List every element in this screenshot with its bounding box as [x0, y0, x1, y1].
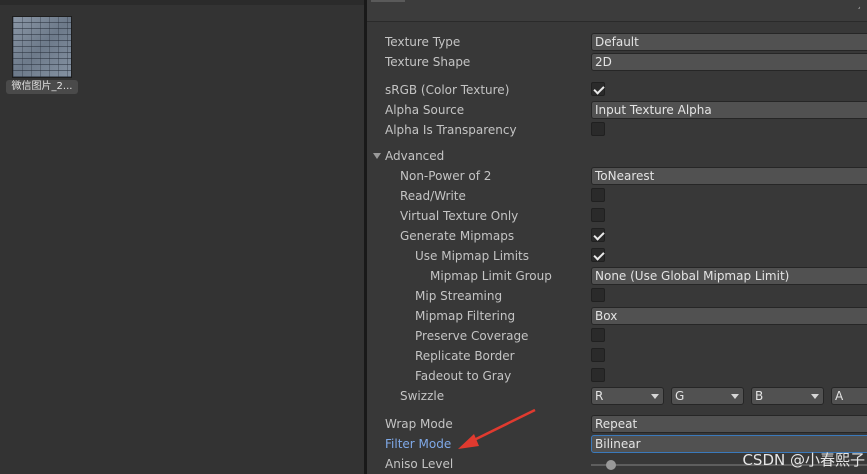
- preserve-coverage-checkbox[interactable]: [591, 328, 605, 342]
- foldout-arrow-icon[interactable]: [373, 153, 381, 159]
- virtual-texture-only-checkbox[interactable]: [591, 208, 605, 222]
- advanced-foldout[interactable]: Advanced: [367, 146, 867, 166]
- non-power-of-2-label: Non-Power of 2: [400, 169, 492, 183]
- row-mipmap-limit-group: Mipmap Limit Group None (Use Global Mipm…: [367, 266, 867, 286]
- row-replicate-border: Replicate Border: [367, 346, 867, 366]
- row-generate-mipmaps: Generate Mipmaps: [367, 226, 867, 246]
- virtual-texture-only-label: Virtual Texture Only: [400, 209, 519, 223]
- row-alpha-source: Alpha Source Input Texture Alpha: [367, 100, 867, 120]
- swizzle-r-dropdown[interactable]: R: [591, 387, 664, 405]
- swizzle-b-dropdown[interactable]: B: [751, 387, 824, 405]
- preserve-coverage-label: Preserve Coverage: [415, 329, 529, 343]
- row-texture-type: Texture Type Default: [367, 32, 867, 52]
- mipmap-limit-group-dropdown[interactable]: None (Use Global Mipmap Limit): [591, 267, 867, 285]
- texture-shape-label: Texture Shape: [385, 55, 471, 69]
- non-power-of-2-dropdown[interactable]: ToNearest: [591, 167, 867, 185]
- texture-thumbnail[interactable]: [12, 16, 72, 78]
- asset-name-label[interactable]: 微信图片_2...: [6, 80, 78, 94]
- replicate-border-label: Replicate Border: [415, 349, 515, 363]
- replicate-border-checkbox[interactable]: [591, 348, 605, 362]
- wrap-mode-dropdown[interactable]: Repeat: [591, 415, 867, 433]
- filter-mode-label: Filter Mode: [385, 437, 452, 451]
- use-mipmap-limits-label: Use Mipmap Limits: [415, 249, 530, 263]
- alpha-is-transparency-label: Alpha Is Transparency: [385, 123, 517, 137]
- advanced-label[interactable]: Advanced: [385, 146, 444, 166]
- aniso-level-label: Aniso Level: [385, 457, 454, 471]
- mipmap-limit-group-label: Mipmap Limit Group: [430, 269, 552, 283]
- use-mipmap-limits-checkbox[interactable]: [591, 248, 605, 262]
- row-mipmap-filtering: Mipmap Filtering Box: [367, 306, 867, 326]
- row-read-write: Read/Write: [367, 186, 867, 206]
- project-pane: 微信图片_2...: [0, 0, 364, 474]
- header-corner-glyph: ¸: [857, 0, 862, 10]
- row-wrap-mode: Wrap Mode Repeat: [367, 414, 867, 434]
- swizzle-a-dropdown[interactable]: A: [831, 387, 867, 405]
- swizzle-g-dropdown[interactable]: G: [671, 387, 744, 405]
- alpha-is-transparency-checkbox[interactable]: [591, 122, 605, 136]
- project-toolbar-edge: [0, 0, 364, 5]
- row-preserve-coverage: Preserve Coverage: [367, 326, 867, 346]
- chevron-down-icon: [811, 394, 819, 399]
- texture-asset[interactable]: 微信图片_2...: [6, 16, 78, 96]
- read-write-label: Read/Write: [400, 189, 466, 203]
- row-srgb: sRGB (Color Texture): [367, 80, 867, 100]
- row-texture-shape: Texture Shape 2D: [367, 52, 867, 72]
- fadeout-to-gray-label: Fadeout to Gray: [415, 369, 512, 383]
- mipmap-filtering-label: Mipmap Filtering: [415, 309, 516, 323]
- generate-mipmaps-checkbox[interactable]: [591, 228, 605, 242]
- srgb-label: sRGB (Color Texture): [385, 83, 510, 97]
- texture-type-dropdown[interactable]: Default: [591, 33, 867, 51]
- mip-streaming-label: Mip Streaming: [415, 289, 503, 303]
- alpha-source-dropdown[interactable]: Input Texture Alpha: [591, 101, 867, 119]
- row-non-power-of-2: Non-Power of 2 ToNearest: [367, 166, 867, 186]
- read-write-checkbox[interactable]: [591, 188, 605, 202]
- row-fadeout-to-gray: Fadeout to Gray: [367, 366, 867, 386]
- mip-streaming-checkbox[interactable]: [591, 288, 605, 302]
- chevron-down-icon: [651, 394, 659, 399]
- swizzle-r-value: R: [595, 389, 604, 403]
- fadeout-to-gray-checkbox[interactable]: [591, 368, 605, 382]
- swizzle-b-value: B: [755, 389, 764, 403]
- inspector-panel: ¸ Texture Type Default Texture Shape 2D …: [367, 0, 867, 474]
- inspector-header: ¸: [367, 0, 867, 22]
- wrap-mode-label: Wrap Mode: [385, 417, 453, 431]
- watermark: CSDN @小春熙子: [742, 451, 865, 469]
- row-use-mipmap-limits: Use Mipmap Limits: [367, 246, 867, 266]
- row-virtual-texture-only: Virtual Texture Only: [367, 206, 867, 226]
- row-mip-streaming: Mip Streaming: [367, 286, 867, 306]
- chevron-down-icon: [731, 394, 739, 399]
- swizzle-label: Swizzle: [400, 389, 445, 403]
- alpha-source-label: Alpha Source: [385, 103, 465, 117]
- srgb-checkbox[interactable]: [591, 82, 605, 96]
- header-tab-indicator: [371, 0, 405, 2]
- swizzle-g-value: G: [675, 389, 685, 403]
- mipmap-filtering-dropdown[interactable]: Box: [591, 307, 867, 325]
- texture-type-label: Texture Type: [385, 35, 461, 49]
- generate-mipmaps-label: Generate Mipmaps: [400, 229, 515, 243]
- aniso-level-slider-handle[interactable]: [606, 460, 616, 470]
- row-alpha-is-transparency: Alpha Is Transparency: [367, 120, 867, 140]
- row-swizzle: Swizzle R G B A: [367, 386, 867, 406]
- swizzle-a-value: A: [835, 389, 844, 403]
- texture-shape-dropdown[interactable]: 2D: [591, 53, 867, 71]
